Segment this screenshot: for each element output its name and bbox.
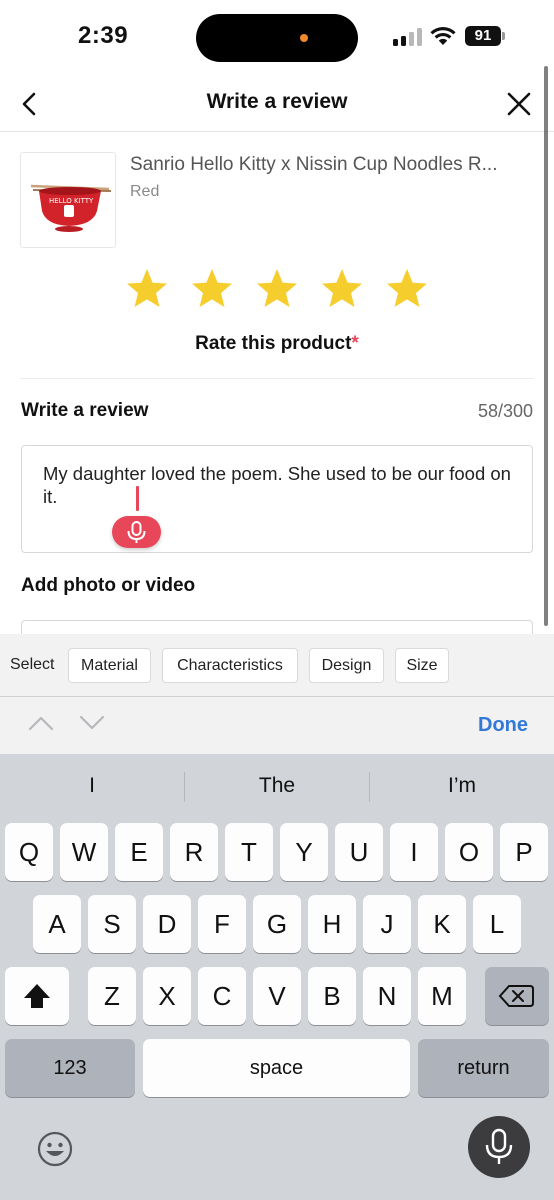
star-icon-3[interactable]	[254, 266, 300, 312]
key-f[interactable]: F	[198, 895, 246, 953]
battery-level: 91	[465, 26, 501, 46]
key-x[interactable]: X	[143, 967, 191, 1025]
key-j[interactable]: J	[363, 895, 411, 953]
wifi-icon	[430, 27, 456, 45]
status-time: 2:39	[78, 22, 129, 49]
page-title: Write a review	[206, 90, 348, 113]
star-icon-2[interactable]	[189, 266, 235, 312]
cellular-signal-icon	[393, 28, 423, 46]
dictation-button[interactable]	[468, 1116, 530, 1178]
svg-text:HELLO KITTY: HELLO KITTY	[49, 197, 94, 205]
product-name[interactable]: Sanrio Hello Kitty x Nissin Cup Noodles …	[130, 154, 535, 176]
prediction-2[interactable]: The	[185, 774, 369, 798]
microphone-icon	[485, 1128, 513, 1164]
backspace-icon	[498, 985, 534, 1007]
nav-header: Write a review	[0, 76, 554, 132]
divider	[20, 378, 534, 379]
privacy-indicator-dot	[300, 34, 308, 42]
key-h[interactable]: H	[308, 895, 356, 953]
key-c[interactable]: C	[198, 967, 246, 1025]
add-photo-area[interactable]	[21, 620, 533, 634]
key-w[interactable]: W	[60, 823, 108, 881]
text-cursor	[136, 486, 139, 511]
key-v[interactable]: V	[253, 967, 301, 1025]
key-r[interactable]: R	[170, 823, 218, 881]
key-d[interactable]: D	[143, 895, 191, 953]
key-b[interactable]: B	[308, 967, 356, 1025]
microphone-icon	[127, 521, 146, 543]
dictation-mic-button[interactable]	[112, 516, 161, 548]
key-n[interactable]: N	[363, 967, 411, 1025]
suggestion-bar: Select Material Characteristics Design S…	[0, 634, 554, 697]
prediction-3[interactable]: I’m	[370, 774, 554, 798]
review-text[interactable]: My daughter loved the poem. She used to …	[43, 462, 513, 508]
key-l[interactable]: L	[473, 895, 521, 953]
star-icon-1[interactable]	[124, 266, 170, 312]
review-label: Write a review	[21, 400, 149, 421]
battery-icon: 91	[465, 26, 505, 46]
chevron-down-icon[interactable]	[79, 713, 105, 733]
key-u[interactable]: U	[335, 823, 383, 881]
key-q[interactable]: Q	[5, 823, 53, 881]
add-photo-label: Add photo or video	[21, 575, 196, 596]
chevron-up-icon[interactable]	[28, 713, 54, 733]
product-image: HELLO KITTY	[20, 152, 116, 248]
product-variant: Red	[130, 183, 160, 200]
star-icon-4[interactable]	[319, 266, 365, 312]
done-button[interactable]: Done	[478, 714, 528, 737]
keyboard-toolbar: Done	[0, 697, 554, 754]
chip-characteristics[interactable]: Characteristics	[162, 648, 298, 683]
chip-size[interactable]: Size	[395, 648, 449, 683]
star-rating	[124, 266, 434, 312]
key-e[interactable]: E	[115, 823, 163, 881]
key-t[interactable]: T	[225, 823, 273, 881]
key-g[interactable]: G	[253, 895, 301, 953]
key-p[interactable]: P	[500, 823, 548, 881]
key-k[interactable]: K	[418, 895, 466, 953]
emoji-icon[interactable]	[36, 1130, 74, 1168]
key-a[interactable]: A	[33, 895, 81, 953]
review-textarea[interactable]: My daughter loved the poem. She used to …	[21, 445, 533, 553]
close-icon[interactable]	[506, 91, 532, 117]
shift-icon	[24, 984, 50, 1008]
key-m[interactable]: M	[418, 967, 466, 1025]
chip-material[interactable]: Material	[68, 648, 151, 683]
dynamic-island	[196, 14, 358, 62]
product-summary: HELLO KITTY Sanrio Hello Kitty x Nissin …	[20, 152, 535, 248]
space-key[interactable]: space	[143, 1039, 410, 1097]
key-i[interactable]: I	[390, 823, 438, 881]
key-s[interactable]: S	[88, 895, 136, 953]
rate-product-label: Rate this product*	[195, 333, 359, 354]
shift-key[interactable]	[5, 967, 69, 1025]
numbers-key[interactable]: 123	[5, 1039, 135, 1097]
key-o[interactable]: O	[445, 823, 493, 881]
delete-key[interactable]	[485, 967, 549, 1025]
star-icon-5[interactable]	[384, 266, 430, 312]
suggestion-select-label: Select	[10, 656, 55, 673]
predictive-text-bar: I The I’m	[0, 754, 554, 818]
chip-design[interactable]: Design	[309, 648, 384, 683]
return-key[interactable]: return	[418, 1039, 549, 1097]
status-bar: 2:39 91	[0, 0, 554, 76]
key-y[interactable]: Y	[280, 823, 328, 881]
key-z[interactable]: Z	[88, 967, 136, 1025]
prediction-1[interactable]: I	[0, 774, 184, 798]
required-mark: *	[351, 333, 359, 354]
review-char-count: 58/300	[477, 401, 533, 421]
